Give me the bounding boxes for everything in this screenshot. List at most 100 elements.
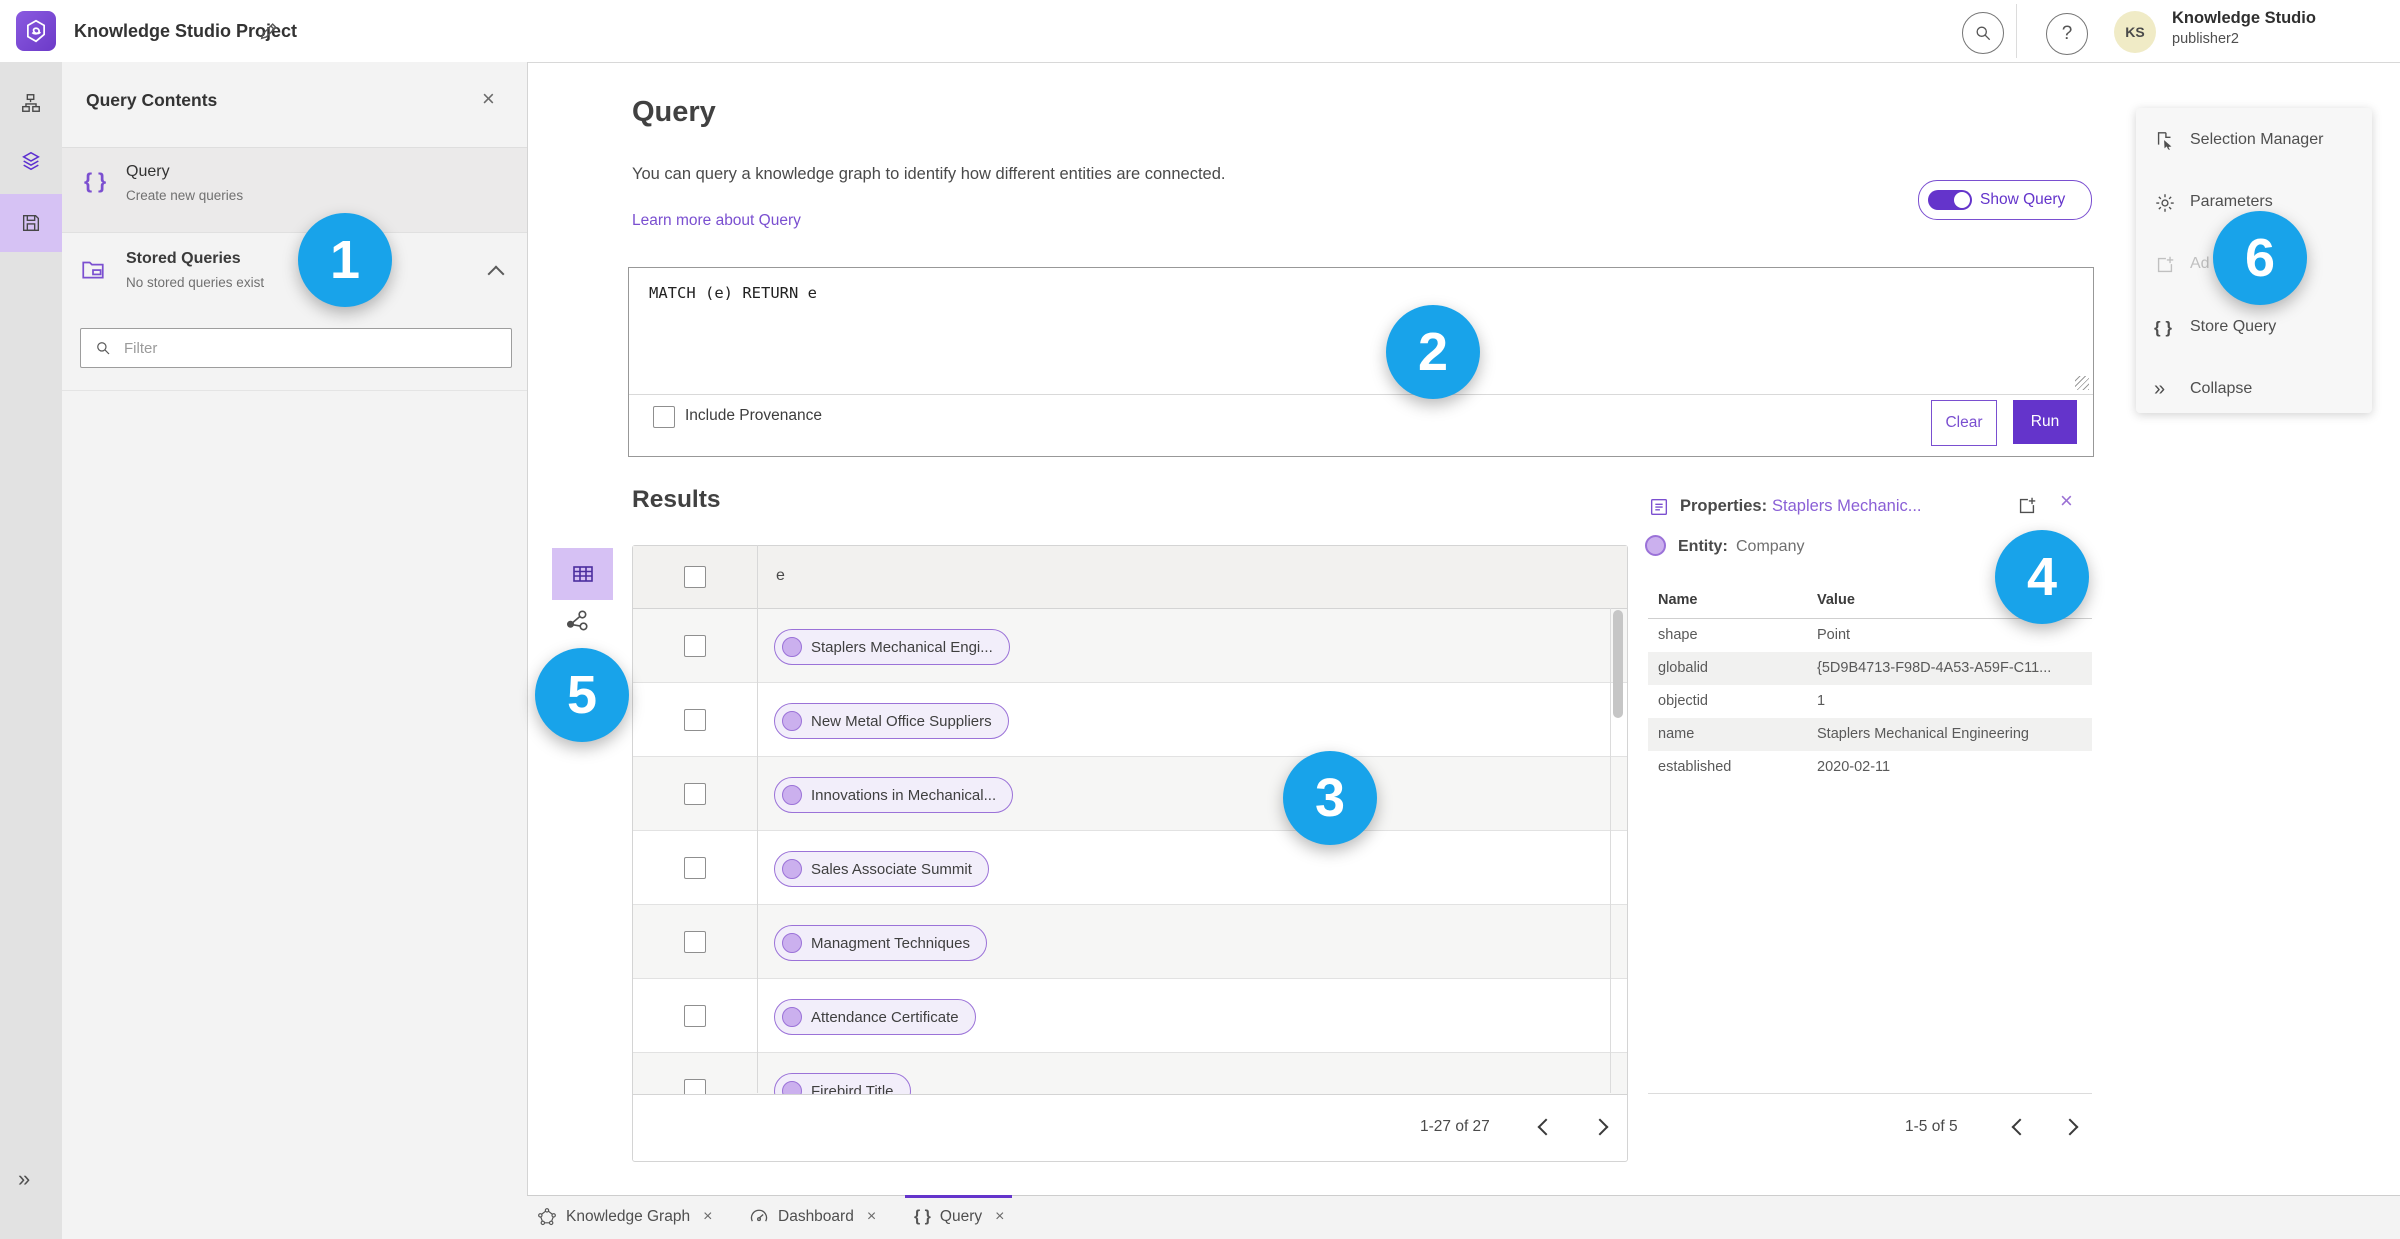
entity-pill[interactable]: Staplers Mechanical Engi...	[774, 629, 1010, 665]
store-query-item[interactable]: { } Store Query	[2136, 315, 2372, 345]
query-editor-box: MATCH (e) RETURN e Include Provenance Cl…	[628, 267, 2094, 457]
property-value: {5D9B4713-F98D-4A53-A59F-C11...	[1817, 660, 2052, 676]
include-provenance-checkbox[interactable]	[653, 406, 675, 428]
close-properties-icon[interactable]: ×	[2060, 490, 2073, 512]
table-row[interactable]: Managment Techniques	[633, 905, 1627, 979]
page-title: Query	[632, 96, 716, 128]
left-icon-rail	[0, 62, 63, 1239]
search-button[interactable]	[1962, 12, 2004, 54]
row-checkbox[interactable]	[684, 931, 706, 953]
entity-pill[interactable]: Firebird Title	[774, 1073, 911, 1094]
select-all-checkbox[interactable]	[684, 566, 706, 588]
table-row[interactable]: Attendance Certificate	[633, 979, 1627, 1053]
learn-more-link[interactable]: Learn more about Query	[632, 212, 801, 230]
close-tab-icon[interactable]: ×	[703, 1208, 712, 1226]
property-name: objectid	[1658, 693, 1708, 709]
entity-name: Innovations in Mechanical...	[811, 786, 997, 804]
add-to-selection-icon[interactable]	[2016, 495, 2038, 517]
property-value: 2020-02-11	[1817, 759, 1891, 775]
selection-manager-item[interactable]: Selection Manager	[2136, 128, 2372, 158]
row-checkbox[interactable]	[684, 709, 706, 731]
property-name: globalid	[1658, 660, 1708, 676]
show-query-toggle[interactable]: Show Query	[1918, 180, 2092, 220]
close-tab-icon[interactable]: ×	[995, 1208, 1004, 1226]
tab-label: Dashboard	[778, 1208, 854, 1225]
search-icon	[97, 342, 110, 355]
tab-dashboard[interactable]: Dashboard ×	[749, 1195, 876, 1239]
results-table-header: e	[633, 546, 1627, 609]
table-row[interactable]: Sales Associate Summit	[633, 831, 1627, 905]
next-page-icon[interactable]	[2061, 1118, 2079, 1136]
entity-pill[interactable]: Innovations in Mechanical...	[774, 777, 1014, 813]
clear-button[interactable]: Clear	[1931, 400, 1997, 446]
add-to-icon	[2154, 254, 2176, 276]
table-row[interactable]: New Metal Office Suppliers	[633, 683, 1627, 757]
row-checkbox[interactable]	[684, 857, 706, 879]
double-chevron-right-icon: »	[2154, 378, 2166, 400]
braces-icon: { }	[84, 170, 107, 193]
expand-rail-icon[interactable]: »	[18, 1168, 30, 1190]
item-label: Parameters	[2190, 193, 2273, 210]
properties-pagination: 1-5 of 5	[1905, 1118, 1958, 1135]
property-row: established 2020-02-11	[1648, 751, 2092, 784]
knowledge-graph-icon	[537, 1207, 557, 1227]
property-name: name	[1658, 726, 1695, 742]
app-logo	[16, 11, 56, 51]
row-checkbox[interactable]	[684, 635, 706, 657]
row-checkbox[interactable]	[684, 1079, 706, 1094]
data-model-icon[interactable]	[20, 92, 42, 114]
table-icon	[572, 566, 593, 582]
entity-pill[interactable]: Attendance Certificate	[774, 999, 976, 1035]
help-button[interactable]: ?	[2046, 13, 2088, 55]
table-row[interactable]: Innovations in Mechanical...	[633, 757, 1627, 831]
property-value: 1	[1817, 693, 1826, 709]
close-panel-icon[interactable]: ×	[482, 88, 495, 110]
results-title: Results	[632, 486, 721, 513]
column-divider	[757, 545, 758, 1093]
entity-dot-icon	[782, 1007, 802, 1027]
entity-pill[interactable]: Managment Techniques	[774, 925, 987, 961]
properties-table-rows: shape Point globalid {5D9B4713-F98D-4A53…	[1648, 619, 2092, 784]
divider	[629, 394, 2093, 395]
dashboard-icon	[749, 1207, 769, 1227]
table-row[interactable]: Staplers Mechanical Engi...	[633, 609, 1627, 683]
scrollbar-thumb[interactable]	[1613, 610, 1623, 718]
item-label: Store Query	[2190, 318, 2277, 335]
table-row[interactable]: Firebird Title	[633, 1053, 1627, 1094]
property-row: globalid {5D9B4713-F98D-4A53-A59F-C11...	[1648, 652, 2092, 685]
edit-title-icon[interactable]	[258, 20, 280, 42]
entity-dot-icon	[782, 1081, 802, 1094]
close-tab-icon[interactable]: ×	[867, 1208, 876, 1226]
question-icon: ?	[2061, 23, 2073, 44]
toggle-switch-icon[interactable]	[1928, 190, 1972, 210]
entity-pill[interactable]: New Metal Office Suppliers	[774, 703, 1009, 739]
run-button[interactable]: Run	[2013, 400, 2077, 444]
results-table-body: Staplers Mechanical Engi... New Metal Of…	[633, 609, 1627, 1094]
entity-name: New Metal Office Suppliers	[811, 712, 992, 730]
stored-queries-filter	[80, 328, 512, 368]
braces-icon: { }	[914, 1208, 931, 1225]
tab-knowledge-graph[interactable]: Knowledge Graph ×	[537, 1195, 712, 1239]
entity-name: Staplers Mechanical Engi...	[811, 638, 993, 656]
tab-query[interactable]: { } Query ×	[914, 1195, 1004, 1239]
save-icon[interactable]	[20, 212, 42, 234]
filter-input[interactable]	[122, 338, 456, 358]
property-row: shape Point	[1648, 619, 2092, 652]
table-view-button[interactable]	[552, 548, 613, 600]
entity-pill[interactable]: Sales Associate Summit	[774, 851, 989, 887]
step-badge-4: 4	[1995, 530, 2089, 624]
resize-handle[interactable]	[2075, 376, 2089, 390]
row-checkbox[interactable]	[684, 1005, 706, 1027]
avatar[interactable]: KS	[2114, 11, 2156, 53]
row-checkbox[interactable]	[684, 783, 706, 805]
properties-entity-link[interactable]: Staplers Mechanic...	[1772, 497, 1921, 516]
stored-queries-label: Stored Queries	[126, 250, 241, 267]
link-chart-view-icon[interactable]	[564, 608, 590, 634]
entity-dot-icon	[782, 637, 802, 657]
query-contents-panel	[62, 62, 528, 1239]
collapse-item[interactable]: » Collapse	[2136, 377, 2372, 407]
layers-icon[interactable]	[20, 150, 42, 172]
property-row: objectid 1	[1648, 685, 2092, 718]
previous-page-icon[interactable]	[2011, 1118, 2029, 1136]
query-editor[interactable]: MATCH (e) RETURN e	[649, 284, 817, 302]
